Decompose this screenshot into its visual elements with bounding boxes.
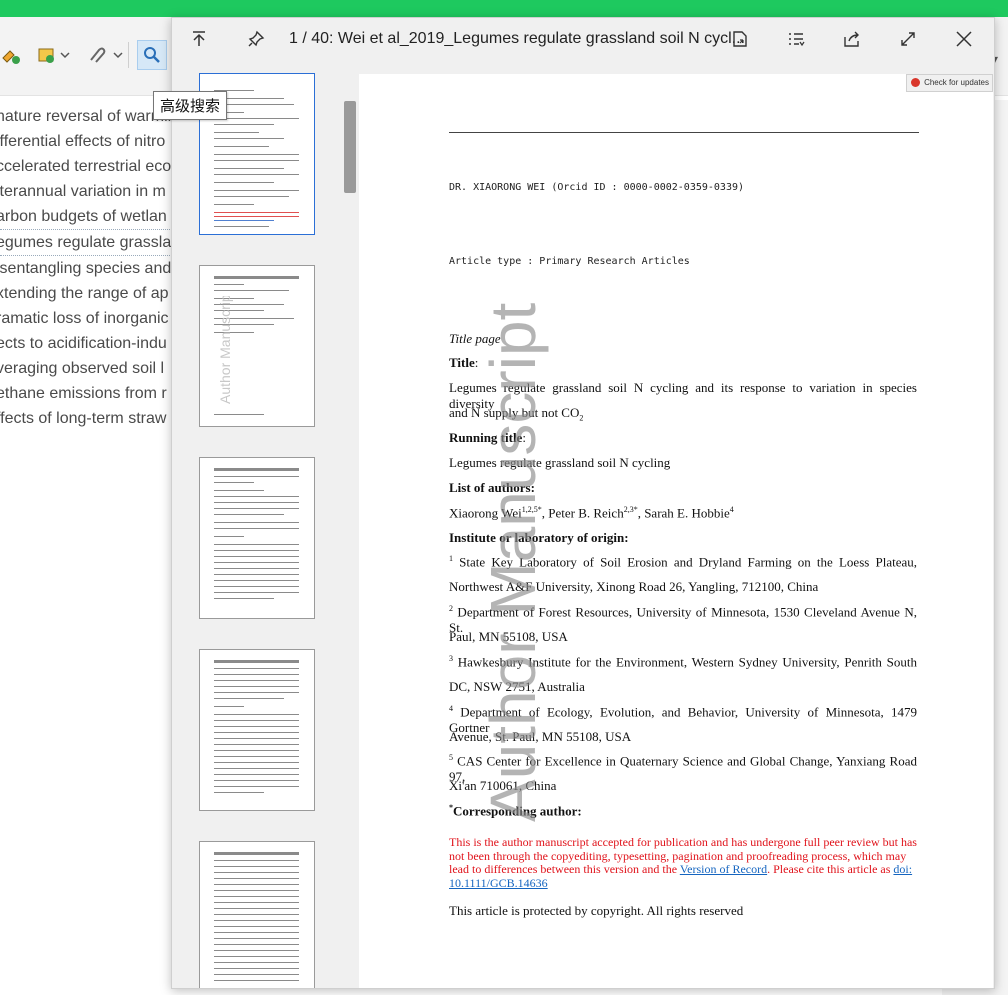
title-page-label: Title page <box>449 331 501 346</box>
go-to-top-icon[interactable] <box>185 26 213 52</box>
pdf-viewer-window: 1 / 40: Wei et al_2019_Legumes regulate … <box>171 17 995 989</box>
list-item[interactable]: isentangling species and <box>0 256 172 281</box>
copyright-notice: This article is protected by copyright. … <box>449 903 744 918</box>
toolbar-separator <box>128 42 129 68</box>
item-title-list: nature reversal of warming ifferential e… <box>0 104 172 431</box>
list-item[interactable]: ects to acidification-indu <box>0 331 172 356</box>
running-title-text: Legumes regulate grassland soil N cyclin… <box>449 455 671 470</box>
affiliation-1-line1: 1 State Key Laboratory of Soil Erosion a… <box>449 554 917 570</box>
tooltip: 高级搜索 <box>153 91 228 120</box>
list-item[interactable]: arbon budgets of wetlan <box>0 204 172 229</box>
page-thumbnail-5[interactable] <box>199 841 315 988</box>
header-rule <box>449 132 919 133</box>
article-type: Article type : Primary Research Articles <box>449 256 690 267</box>
affiliation-5-line2: Xi'an 710061, China <box>449 778 557 793</box>
check-for-updates-badge[interactable]: Check for updates <box>906 74 993 92</box>
open-file-icon[interactable] <box>726 26 754 52</box>
advanced-search-button[interactable] <box>137 40 167 70</box>
page-thumbnail-3[interactable] <box>199 457 315 619</box>
list-item[interactable]: ffects of long-term straw <box>0 406 172 431</box>
authors-label: List of authors: <box>449 480 535 495</box>
title-label: Title: <box>449 355 479 370</box>
affiliation-4-line2: Avenue, St. Paul, MN 55108, USA <box>449 729 632 744</box>
paperclip-icon[interactable] <box>86 40 124 70</box>
list-item[interactable]: xtending the range of ap <box>0 281 172 306</box>
thumbnail-pane: Author Manuscript <box>172 59 358 988</box>
version-of-record-link[interactable]: Version of Record <box>680 862 767 876</box>
viewer-header: 1 / 40: Wei et al_2019_Legumes regulate … <box>172 18 994 59</box>
affiliation-3-line2: DC, NSW 2751, Australia <box>449 679 585 694</box>
affiliation-3-line1: 3 Hawkesbury Institute for the Environme… <box>449 654 917 670</box>
list-item-selected[interactable]: egumes regulate grasslar <box>0 229 172 256</box>
tag-edit-icon[interactable] <box>0 40 22 70</box>
affiliation-2-line2: Paul, MN 55108, USA <box>449 629 568 644</box>
list-item[interactable]: ramatic loss of inorganic <box>0 306 172 331</box>
pin-icon[interactable] <box>242 26 270 52</box>
badge-icon <box>911 78 921 87</box>
thumbnail-scrollbar-thumb[interactable] <box>344 101 356 193</box>
institute-label: Institute or laboratory of origin: <box>449 530 629 545</box>
authors-list: Xiaorong Wei1,2,5*, Peter B. Reich2,3*, … <box>449 505 734 521</box>
title-text-line2: and N supply but not CO2 <box>449 405 584 423</box>
affiliation-1-line2: Northwest A&F University, Xinong Road 26… <box>449 579 819 594</box>
list-item[interactable]: iterannual variation in m <box>0 179 172 204</box>
window-accent-bar <box>0 0 1008 17</box>
running-title-label: Running title: <box>449 430 526 445</box>
document-title: 1 / 40: Wei et al_2019_Legumes regulate … <box>289 30 745 47</box>
close-icon[interactable] <box>950 26 978 52</box>
pdf-page: Check for updates DR. XIAORONG WEI (Orci… <box>359 74 993 988</box>
search-icon <box>144 47 160 63</box>
add-attachment-icon[interactable] <box>36 40 70 70</box>
manuscript-notice: This is the author manuscript accepted f… <box>449 835 917 890</box>
share-icon[interactable] <box>838 26 866 52</box>
svg-text:Author Manuscript: Author Manuscript <box>217 296 233 404</box>
list-item[interactable]: nature reversal of warming <box>0 104 172 129</box>
author-header: DR. XIAORONG WEI (Orcid ID : 0000-0002-0… <box>449 182 745 193</box>
page-thumbnail-4[interactable] <box>199 649 315 811</box>
list-item[interactable]: ethane emissions from r <box>0 381 172 406</box>
list-item[interactable]: ccelerated terrestrial eco <box>0 154 172 179</box>
corresponding-author-label: *Corresponding author: <box>449 803 582 819</box>
list-item[interactable]: veraging observed soil l <box>0 356 172 381</box>
outline-list-icon[interactable] <box>782 26 810 52</box>
page-thumbnail-2[interactable]: Author Manuscript <box>199 265 315 427</box>
maximize-icon[interactable] <box>894 26 922 52</box>
list-item[interactable]: ifferential effects of nitro <box>0 129 172 154</box>
